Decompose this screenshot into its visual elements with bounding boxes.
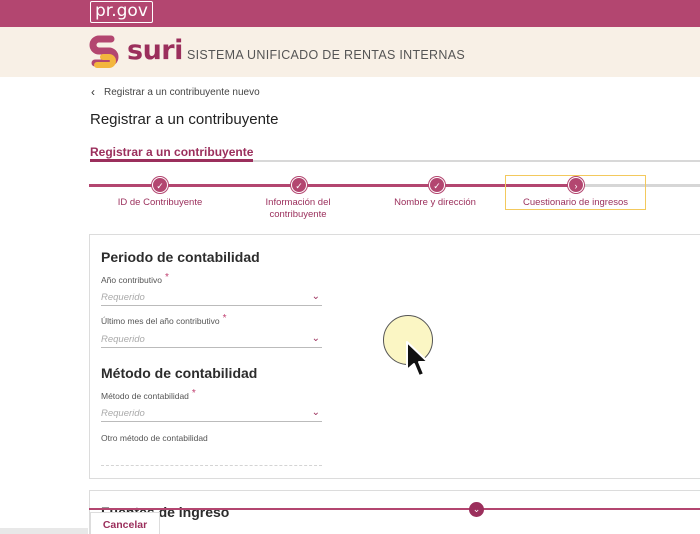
step-2-check-icon[interactable]: ✓ [291, 177, 307, 193]
month-placeholder: Requerido [101, 334, 145, 345]
app-header: suri SISTEMA UNIFICADO DE RENTAS INTERNA… [0, 27, 700, 77]
method-placeholder: Requerido [101, 408, 145, 419]
gov-bar: pr.gov [0, 0, 700, 27]
tab-rail [253, 160, 700, 162]
cancel-button[interactable]: Cancelar [90, 512, 160, 534]
chevron-left-icon: ‹ [91, 85, 95, 99]
chevron-down-icon: ⌄ [311, 407, 320, 418]
field-label-year-text: Año contributivo [101, 275, 162, 285]
chevron-down-icon: ⌄ [311, 291, 320, 302]
method-select[interactable]: Requerido ⌄ [101, 407, 322, 422]
page: pr.gov suri SISTEMA UNIFICADO DE RENTAS … [0, 0, 700, 534]
field-label-method-text: Método de contabilidad [101, 391, 189, 401]
field-label-other: Otro método de contabilidad [101, 433, 208, 443]
step-3-label[interactable]: Nombre y dirección [375, 197, 495, 209]
field-label-month: Último mes del año contributivo * [101, 313, 227, 327]
section-title-periodo: Periodo de contabilidad [101, 249, 260, 265]
section-title-metodo: Método de contabilidad [101, 365, 258, 381]
step-1-label[interactable]: ID de Contribuyente [100, 197, 220, 209]
current-step-highlight [505, 175, 646, 210]
month-select[interactable]: Requerido ⌄ [101, 333, 322, 348]
required-mark: * [191, 388, 196, 399]
field-label-month-text: Último mes del año contributivo [101, 316, 220, 326]
suri-logo-icon[interactable] [89, 35, 119, 69]
tab-registrar[interactable]: Registrar a un contribuyente [90, 145, 253, 159]
breadcrumb-label: Registrar a un contribuyente nuevo [104, 86, 260, 98]
other-method-input[interactable] [101, 452, 322, 466]
expand-chevron-down-icon[interactable]: ⌄ [469, 502, 484, 517]
step-2-label[interactable]: Información del contribuyente [248, 197, 348, 221]
required-mark: * [222, 313, 227, 324]
step-3-check-icon[interactable]: ✓ [429, 177, 445, 193]
status-strip [0, 528, 88, 534]
mouse-pointer-icon [406, 341, 429, 377]
brand-subtitle: SISTEMA UNIFICADO DE RENTAS INTERNAS [187, 48, 465, 62]
page-title: Registrar a un contribuyente [90, 111, 279, 128]
footer-divider [89, 508, 700, 510]
required-mark: * [164, 272, 169, 283]
field-label-method: Método de contabilidad * [101, 388, 196, 402]
field-label-year: Año contributivo * [101, 272, 169, 286]
year-placeholder: Requerido [101, 292, 145, 303]
brand-name: suri [127, 35, 183, 66]
breadcrumb-back[interactable]: ‹ Registrar a un contribuyente nuevo [91, 85, 260, 99]
year-select[interactable]: Requerido ⌄ [101, 291, 322, 306]
chevron-down-icon: ⌄ [311, 333, 320, 344]
tab-underline [90, 159, 253, 162]
gov-logo[interactable]: pr.gov [90, 1, 153, 23]
step-1-check-icon[interactable]: ✓ [152, 177, 168, 193]
